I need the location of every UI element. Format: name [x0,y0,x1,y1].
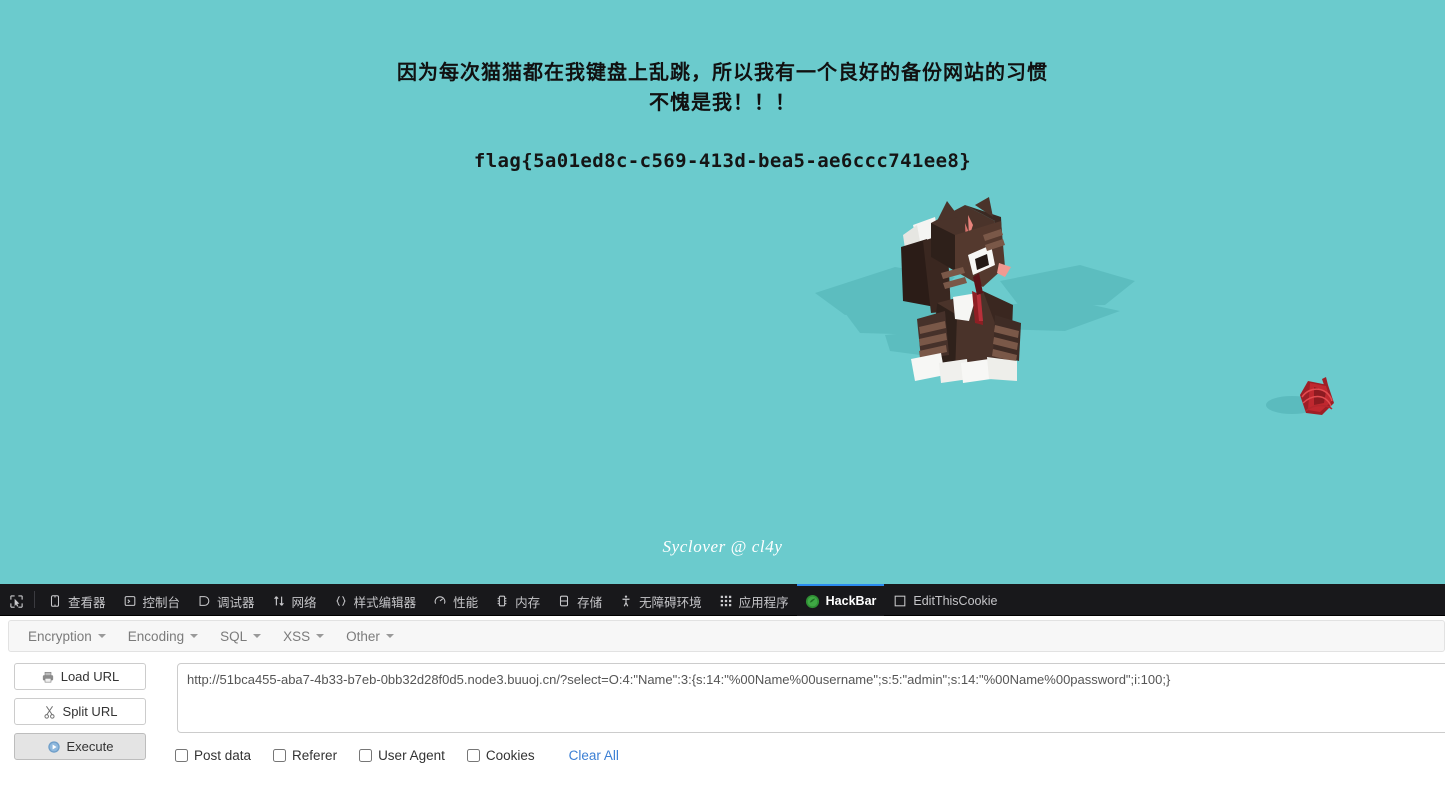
option-cookies[interactable]: Cookies [466,748,535,763]
hackbar-menubar: Encryption Encoding SQL XSS Other [8,620,1445,652]
yarn-svg [1266,377,1334,415]
devtools-tab-label: 控制台 [142,595,181,610]
devtools-tab-network[interactable]: 网络 [263,584,325,616]
cookies-checkbox[interactable] [466,749,480,762]
style-editor-icon [333,593,349,609]
cat-svg [815,197,1135,383]
devtools-tab-label: 网络 [291,595,317,610]
devtools-tab-memory[interactable]: 内存 [486,584,548,616]
load-url-button[interactable]: Load URL [14,663,146,690]
clear-all-link[interactable]: Clear All [569,748,619,763]
option-user-agent[interactable]: User Agent [359,748,445,763]
network-icon [271,593,287,609]
menu-label: Encoding [127,628,185,644]
devtools-tab-label: 性能 [453,595,479,610]
devtools-tab-label: 内存 [515,595,541,610]
page-headline: 因为每次猫猫都在我键盘上乱跳，所以我有一个良好的备份网站的习惯 不愧是我！！！ [0,58,1445,118]
split-url-button[interactable]: Split URL [14,698,146,725]
devtools-tab-label: EditThisCookie [913,594,998,608]
option-referer[interactable]: Referer [273,748,337,763]
chevron-down-icon [190,634,199,638]
hackbar-panel: Encryption Encoding SQL XSS Other Load U… [0,616,1445,809]
devtools-tab-label: 调试器 [217,595,255,610]
devtools-tab-hackbar[interactable]: HackBar [796,584,885,616]
application-icon [718,593,734,609]
element-picker-icon [8,593,24,609]
button-label: Execute [66,739,114,754]
execute-button[interactable]: Execute [14,733,146,760]
menu-label: XSS [283,628,311,644]
url-input[interactable] [177,663,1445,733]
devtools-tab-label: 存储 [577,595,603,610]
menu-label: Other [346,628,380,644]
memory-icon [494,593,510,609]
devtools-tab-performance[interactable]: 性能 [424,584,486,616]
menu-encryption[interactable]: Encryption [17,625,117,648]
devtools-tab-label: 应用程序 [738,595,789,610]
accessibility-icon [618,593,634,609]
button-label: Split URL [62,704,118,719]
headline-line-2: 不愧是我！！！ [649,92,796,114]
devtools-tab-storage[interactable]: 存储 [548,584,610,616]
red-yarn-ball-image [1262,375,1352,423]
devtools-tab-label: 查看器 [68,595,106,610]
toolbar-divider [34,591,35,608]
referer-checkbox[interactable] [273,749,287,762]
inspector-icon [47,593,63,609]
web-page-content: 因为每次猫猫都在我键盘上乱跳，所以我有一个良好的备份网站的习惯 不愧是我！！！ … [0,0,1445,584]
post-data-checkbox[interactable] [175,749,188,762]
hackbar-icon [805,593,821,609]
storage-icon [556,593,572,609]
user-agent-checkbox[interactable] [359,749,373,762]
performance-icon [432,593,448,609]
devtools-tab-label: 无障碍环境 [639,595,702,610]
editthiscookie-icon [892,593,908,609]
option-label: Cookies [485,748,535,763]
button-label: Load URL [60,669,120,684]
menu-other[interactable]: Other [335,625,405,648]
page-signature: Syclover @ cl4y [662,537,783,556]
element-picker-button[interactable] [0,584,32,616]
option-label: Referer [292,748,338,763]
load-url-icon [41,670,55,684]
devtools-tab-label: 样式编辑器 [353,595,417,610]
devtools-tab-label: HackBar [825,594,877,608]
devtools-tab-style-editor[interactable]: 样式编辑器 [325,584,425,616]
debugger-icon [196,593,212,609]
scissors-icon [43,705,57,719]
menu-label: Encryption [28,628,92,644]
devtools-toolbar: 查看器 控制台 调试器 网络 样式编辑器 性能 内存 存储 无障碍环境 应用程序… [0,584,1445,616]
devtools-tab-application[interactable]: 应用程序 [710,584,797,616]
chevron-down-icon [385,634,394,638]
low-poly-cat-image [805,195,1135,395]
option-post-data[interactable]: Post data [175,748,251,763]
devtools-tab-debugger[interactable]: 调试器 [188,584,263,616]
option-label: Post data [194,748,252,763]
flag-text: flag{5a01ed8c-c569-413d-bea5-ae6ccc741ee… [473,150,972,172]
chevron-down-icon [316,634,325,638]
menu-encoding[interactable]: Encoding [117,625,209,648]
console-icon [122,593,138,609]
devtools-tab-console[interactable]: 控制台 [114,584,189,616]
option-label: User Agent [378,748,445,763]
devtools-tab-accessibility[interactable]: 无障碍环境 [610,584,710,616]
hackbar-options-row: Post data Referer User Agent Cookies Cle… [175,748,619,763]
headline-line-1: 因为每次猫猫都在我键盘上乱跳，所以我有一个良好的备份网站的习惯 [397,62,1048,84]
play-icon [47,740,61,754]
menu-label: SQL [220,628,248,644]
chevron-down-icon [97,634,106,638]
devtools-tab-inspector[interactable]: 查看器 [39,584,114,616]
menu-sql[interactable]: SQL [209,625,272,648]
menu-xss[interactable]: XSS [272,625,335,648]
hackbar-action-buttons: Load URL Split URL Execute [14,663,146,768]
devtools-tab-editthiscookie[interactable]: EditThisCookie [884,584,1005,616]
chevron-down-icon [253,634,262,638]
